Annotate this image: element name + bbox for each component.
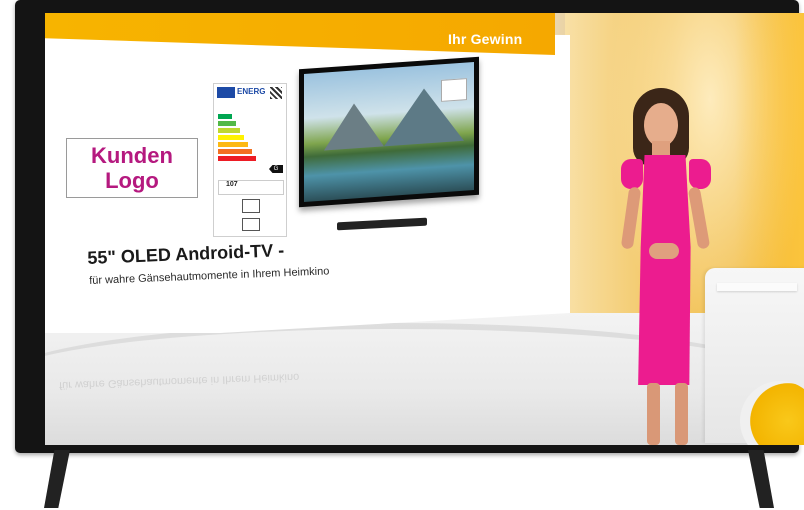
banner-title: Ihr Gewinn bbox=[448, 31, 523, 47]
presenter-sleeve-left bbox=[621, 159, 643, 189]
energy-label: ENERG G 107 bbox=[213, 83, 287, 237]
screen-size-icon bbox=[242, 218, 260, 231]
tv-screen: Ihr Gewinn ENERG G 107 Kunden Logo 55" O… bbox=[45, 13, 804, 445]
mountain-shape bbox=[324, 101, 384, 151]
energy-bar-f bbox=[218, 149, 252, 154]
energy-rating-tag: G bbox=[269, 165, 283, 173]
energy-bar-d bbox=[218, 135, 244, 140]
energy-bar-c bbox=[218, 128, 240, 133]
tv-leg-right bbox=[748, 450, 774, 508]
presenter-sleeve-right bbox=[689, 159, 711, 189]
energy-bar-e bbox=[218, 142, 248, 147]
tv-frame: Ihr Gewinn ENERG G 107 Kunden Logo 55" O… bbox=[15, 0, 804, 453]
logo-line-1: Kunden bbox=[91, 143, 173, 168]
kwh-value: 107 bbox=[226, 181, 238, 188]
presenter bbox=[597, 83, 727, 445]
energy-bar-a bbox=[218, 114, 232, 119]
presenter-dress bbox=[638, 155, 691, 385]
hdr-icon bbox=[242, 199, 260, 213]
presenter-arm-right bbox=[687, 186, 711, 250]
tv-leg-left bbox=[44, 450, 70, 508]
eu-flag-icon bbox=[217, 87, 235, 98]
energy-bar-g bbox=[218, 156, 256, 161]
presenter-hands bbox=[649, 243, 679, 259]
qr-code-icon bbox=[270, 87, 282, 99]
customer-logo-placeholder: Kunden Logo bbox=[66, 138, 198, 198]
desk-top bbox=[717, 283, 797, 291]
presenter-leg-left bbox=[647, 383, 660, 445]
logo-line-2: Logo bbox=[105, 168, 159, 193]
presenter-arm-left bbox=[620, 186, 642, 250]
presenter-leg-right bbox=[675, 383, 688, 445]
energy-label-title: ENERG bbox=[237, 87, 266, 96]
brand-badge-icon bbox=[441, 78, 467, 102]
energy-bar-b bbox=[218, 121, 236, 126]
